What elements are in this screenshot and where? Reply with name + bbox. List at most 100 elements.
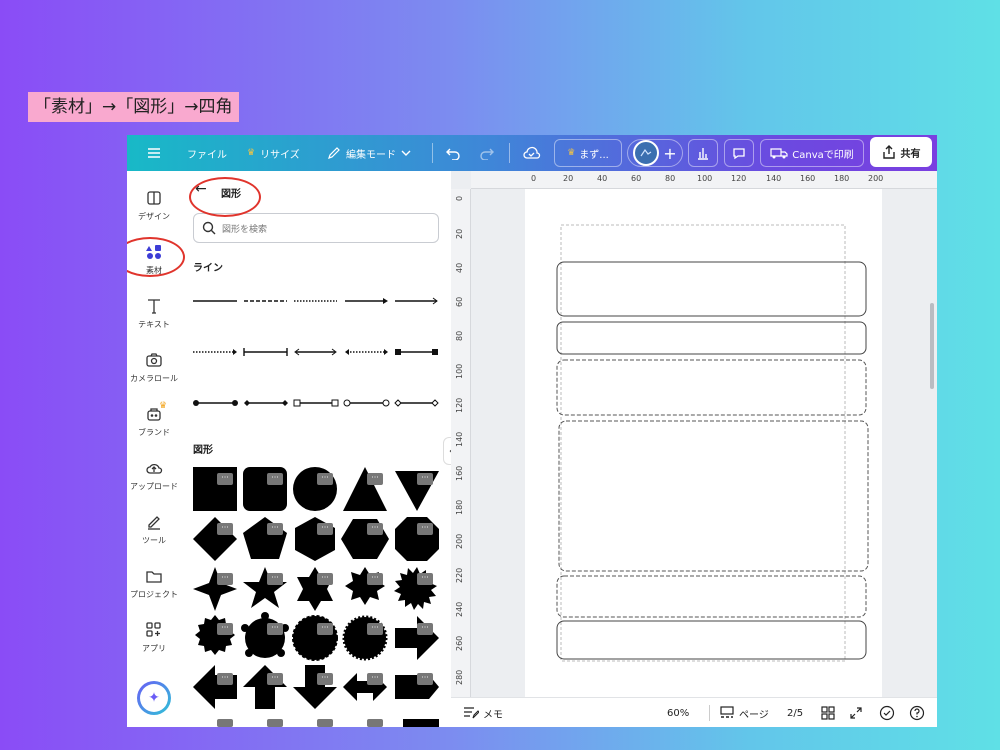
more-options-button[interactable]: ··· <box>267 523 283 535</box>
undo-button[interactable] <box>445 135 461 171</box>
collaborators-group[interactable]: + <box>627 139 683 167</box>
line-style-arrow[interactable] <box>345 298 388 304</box>
shape-seal-badge[interactable] <box>195 615 235 655</box>
more-options-button[interactable]: ··· <box>217 623 233 635</box>
edit-mode-dropdown[interactable]: 編集モード <box>327 135 411 171</box>
more-options-button[interactable]: ··· <box>417 623 433 635</box>
comment-button[interactable] <box>724 139 754 167</box>
rail-item-label: テキスト <box>138 320 170 329</box>
more-options-button[interactable] <box>217 719 233 727</box>
more-options-button[interactable]: ··· <box>267 673 283 685</box>
line-style-open-circle-ends[interactable] <box>343 399 390 407</box>
more-options-button[interactable]: ··· <box>317 523 333 535</box>
redo-icon <box>480 148 494 160</box>
print-button[interactable]: Canvaで印刷 <box>760 139 864 167</box>
avatar-image-icon <box>640 148 652 157</box>
line-style-dotted-double-arrow[interactable] <box>345 349 388 355</box>
line-style-double-arrow[interactable] <box>294 348 337 356</box>
more-options-button[interactable]: ··· <box>217 673 233 685</box>
save-status-button[interactable] <box>523 135 541 171</box>
more-options-button[interactable]: ··· <box>367 473 383 485</box>
magic-assistant-button[interactable]: ✦ <box>137 681 171 715</box>
ruler-tick-label: 200 <box>455 533 464 549</box>
check-button[interactable] <box>879 698 895 727</box>
pages-button[interactable]: ページ <box>719 698 769 727</box>
insights-button[interactable] <box>688 139 718 167</box>
share-icon <box>882 145 895 159</box>
more-options-button[interactable]: ··· <box>417 573 433 585</box>
grid-view-button[interactable] <box>821 698 835 727</box>
resize-button[interactable]: ♛ リサイズ <box>247 135 300 171</box>
line-style-dot-ends[interactable] <box>193 400 238 406</box>
more-options-button[interactable]: ··· <box>317 573 333 585</box>
rail-item-text[interactable]: テキスト <box>127 297 181 330</box>
more-options-button[interactable]: ··· <box>367 573 383 585</box>
more-options-button[interactable]: ··· <box>217 573 233 585</box>
shape-up-arrow[interactable] <box>243 665 287 709</box>
more-options-button[interactable]: ··· <box>267 623 283 635</box>
notes-button[interactable]: メモ <box>463 698 503 727</box>
menu-button[interactable] <box>147 135 161 171</box>
rail-item-camera-roll[interactable]: カメラロール <box>127 351 181 384</box>
print-label: Canvaで印刷 <box>792 149 854 161</box>
add-collaborator-icon[interactable]: + <box>663 144 676 163</box>
box-1[interactable] <box>556 261 867 317</box>
vertical-scrollbar[interactable] <box>930 303 934 389</box>
redo-button[interactable] <box>479 135 495 171</box>
shapes-grid <box>193 467 439 727</box>
more-options-button[interactable]: ··· <box>367 523 383 535</box>
rail-item-apps[interactable]: アプリ <box>127 621 181 654</box>
box-5-dashed[interactable] <box>556 575 867 618</box>
more-options-button[interactable]: ··· <box>267 473 283 485</box>
shape-partial[interactable] <box>403 719 439 727</box>
more-options-button[interactable]: ··· <box>417 523 433 535</box>
line-style-bar-ends[interactable] <box>243 348 288 356</box>
rail-item-design[interactable]: デザイン <box>127 189 181 222</box>
more-options-button[interactable]: ··· <box>317 473 333 485</box>
more-options-button[interactable] <box>367 719 383 727</box>
help-button[interactable] <box>909 698 925 727</box>
more-options-button[interactable]: ··· <box>367 623 383 635</box>
design-page[interactable] <box>525 189 882 697</box>
file-menu[interactable]: ファイル <box>187 135 227 171</box>
line-style-open-square-ends[interactable] <box>293 399 339 407</box>
more-options-button[interactable]: ··· <box>317 623 333 635</box>
shape-search-input[interactable]: 図形を検索 <box>193 213 439 243</box>
box-2[interactable] <box>556 321 867 355</box>
more-options-button[interactable]: ··· <box>367 673 383 685</box>
rail-item-brand[interactable]: ♛ ブランド <box>127 401 181 438</box>
more-options-button[interactable] <box>267 719 283 727</box>
toolbar-divider <box>432 143 433 163</box>
line-style-square-ends[interactable] <box>395 349 438 355</box>
bar-chart-icon <box>698 148 708 160</box>
line-style-dotted-arrow[interactable] <box>193 349 237 355</box>
rail-item-label: アプリ <box>142 644 166 653</box>
box-3-dashed[interactable] <box>556 359 867 416</box>
rail-item-tools[interactable]: ツール <box>127 513 181 546</box>
avatar[interactable] <box>633 140 660 166</box>
box-4-dashed[interactable] <box>558 420 869 572</box>
shape-left-arrow[interactable] <box>193 665 237 709</box>
rail-item-projects[interactable]: プロジェクト <box>127 567 181 600</box>
more-options-button[interactable]: ··· <box>317 673 333 685</box>
rail-item-upload[interactable]: アップロード <box>127 459 181 492</box>
more-options-button[interactable]: ··· <box>417 673 433 685</box>
top-toolbar: ファイル ♛ リサイズ 編集モード ♛ まず... + Canvaで印刷 共有 <box>127 135 937 171</box>
ruler-tick-label: 160 <box>455 465 464 481</box>
zoom-level[interactable]: 60% <box>667 698 689 727</box>
shape-rounded-burst[interactable] <box>241 612 289 658</box>
more-options-button[interactable]: ··· <box>417 473 433 485</box>
more-options-button[interactable]: ··· <box>217 523 233 535</box>
line-style-open-arrow[interactable] <box>395 297 438 305</box>
share-button[interactable]: 共有 <box>870 137 932 167</box>
line-style-open-diamond-ends[interactable] <box>394 399 439 407</box>
instruction-caption: 「素材」→「図形」→四角 <box>28 92 239 122</box>
shape-down-arrow[interactable] <box>293 665 337 709</box>
line-style-diamond-ends[interactable] <box>244 400 288 406</box>
project-title-button[interactable]: ♛ まず... <box>554 139 622 167</box>
more-options-button[interactable] <box>317 719 333 727</box>
more-options-button[interactable]: ··· <box>217 473 233 485</box>
box-6[interactable] <box>556 620 867 660</box>
fullscreen-button[interactable] <box>849 698 863 727</box>
more-options-button[interactable]: ··· <box>267 573 283 585</box>
